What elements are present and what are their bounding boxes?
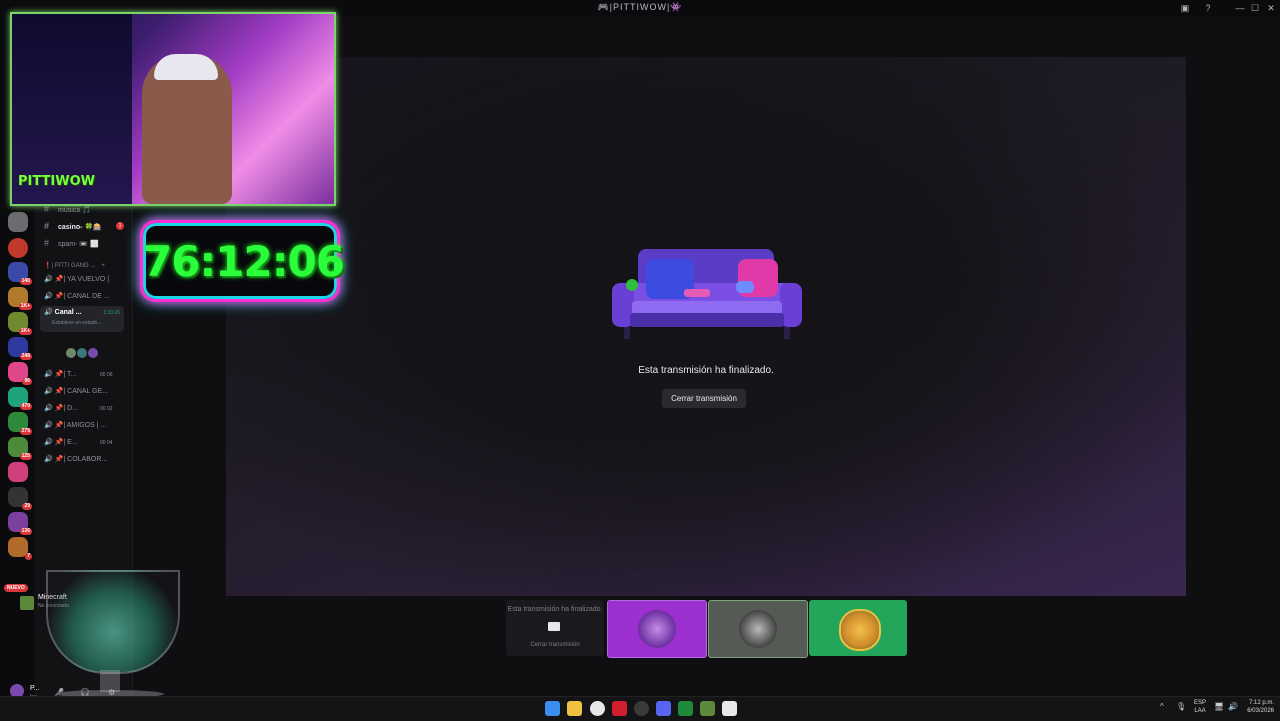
webcam-overlay: PITTIWOW: [10, 12, 336, 206]
server-icon[interactable]: 29: [8, 487, 32, 510]
server-icon[interactable]: 470: [8, 387, 32, 410]
voice-channel[interactable]: 🔊 📌| COLABOR...: [44, 453, 162, 467]
minimize-button[interactable]: —: [1233, 2, 1247, 14]
avatar: [839, 609, 881, 651]
mention-badge: 125: [19, 453, 32, 460]
tile-close-text[interactable]: Cerrar transmisión: [506, 642, 604, 648]
server-icon[interactable]: 7: [8, 537, 32, 560]
app-icon[interactable]: [612, 701, 627, 716]
timer-value: 76:12:06: [143, 237, 345, 286]
avatar[interactable]: [77, 348, 87, 358]
speaker-icon: 🔊: [44, 276, 53, 283]
tip-jar-glass: [46, 570, 180, 674]
stream-stage: Esta transmisión ha finalizado. Cerrar t…: [226, 57, 1186, 596]
voice-channel[interactable]: 🔊 📌| AMIGOS | ...: [44, 419, 162, 433]
maximize-button[interactable]: ☐: [1248, 2, 1262, 14]
avatar: [638, 610, 676, 648]
speaker-icon: 🔊: [44, 456, 53, 463]
participant-tile[interactable]: Esta transmisión ha finalizado. Cerrar t…: [506, 600, 604, 656]
speaker-icon: 🔊: [44, 388, 53, 395]
brand-logo-text: PITTIWOW: [18, 174, 95, 189]
close-window-button[interactable]: ✕: [1264, 2, 1278, 14]
speaker-icon: 🔊: [44, 371, 53, 378]
mention-badge: 248: [19, 353, 32, 360]
voice-timer: 1:33:26: [103, 310, 120, 316]
server-icon[interactable]: [8, 212, 28, 232]
chrome-icon[interactable]: [590, 701, 605, 716]
speaker-icon: 🔊: [44, 309, 53, 316]
avatar: [739, 610, 777, 648]
notepad-icon[interactable]: [722, 701, 737, 716]
speaker-icon: 🔊: [44, 422, 53, 429]
mention-badge: 275: [19, 428, 32, 435]
help-icon[interactable]: ?: [1201, 2, 1215, 14]
language-indicator[interactable]: ESP LAA: [1194, 699, 1206, 715]
server-icon[interactable]: [8, 462, 28, 482]
mention-badge: 470: [19, 403, 32, 410]
taskbar: ^ 🎙 ESP LAA 🖥 🔊 7:12 p.m. 6/03/2026: [0, 696, 1280, 721]
mention-badge: 136: [19, 528, 32, 535]
subathon-timer: 76:12:06: [140, 220, 345, 302]
discord-icon[interactable]: [656, 701, 671, 716]
server-icon[interactable]: 140: [8, 262, 32, 285]
mention-badge: 140: [19, 278, 32, 285]
minecraft-icon: [20, 596, 34, 610]
screen-share-icon: [548, 622, 560, 631]
voice-channel[interactable]: 🔊 📌| T... 00 06: [44, 368, 162, 382]
file-explorer-icon[interactable]: [567, 701, 582, 716]
mention-badge: 29: [22, 503, 32, 510]
server-icon[interactable]: 136: [8, 512, 32, 535]
participant-tile[interactable]: [607, 600, 707, 658]
close-stream-button[interactable]: Cerrar transmisión: [662, 389, 746, 408]
server-icon[interactable]: [8, 238, 28, 258]
server-icon[interactable]: 125: [8, 437, 32, 460]
windows-start-icon[interactable]: [545, 701, 560, 716]
voice-channel[interactable]: 🔊 📌| CANAL GE...: [44, 385, 162, 399]
server-icon[interactable]: 1K+: [8, 287, 32, 310]
server-icon[interactable]: 1K+: [8, 312, 32, 335]
voice-channel-selected[interactable]: 🔊 Canal ... 1:33:26 Establece un estado.…: [40, 306, 124, 332]
avatar[interactable]: [88, 348, 98, 358]
cap: [154, 54, 218, 80]
server-icon[interactable]: 275: [8, 412, 32, 435]
couch-illustration: [612, 249, 802, 339]
server-icon[interactable]: 96: [8, 362, 32, 385]
hash-icon: #: [44, 221, 50, 231]
speaker-icon: 🔊: [44, 439, 53, 446]
mention-badge: 1K+: [18, 328, 32, 335]
status-text: Establece un estado...: [52, 320, 102, 326]
mention-badge: 96: [22, 378, 32, 385]
obs-icon[interactable]: [634, 701, 649, 716]
speaker-icon: 🔊: [44, 405, 53, 412]
user-name: P...: [30, 685, 40, 692]
mention-badge: 1K+: [18, 303, 32, 310]
xbox-icon[interactable]: [678, 701, 693, 716]
network-icon[interactable]: 🖥: [1214, 702, 1224, 711]
glass-stem: [100, 670, 120, 692]
unread-badge: 1: [116, 222, 124, 230]
mention-badge: 7: [25, 553, 32, 560]
clock[interactable]: 7:12 p.m. 6/03/2026: [1240, 699, 1274, 715]
speaker-icon: 🔊: [44, 293, 53, 300]
participant-tile[interactable]: [708, 600, 808, 658]
participant-tile[interactable]: [809, 600, 907, 656]
voice-channel[interactable]: 🔊 📌| D... 00 02: [44, 402, 162, 416]
volume-icon[interactable]: 🔊: [1228, 702, 1238, 711]
mic-tray-icon[interactable]: 🎙: [1176, 702, 1186, 711]
stream-ended-message: Esta transmisión ha finalizado.: [638, 365, 774, 376]
hash-icon: #: [44, 238, 50, 248]
voice-channel[interactable]: 🔊 📌| E... 00 04: [44, 436, 162, 450]
tile-ended-text: Esta transmisión ha finalizado.: [507, 606, 603, 613]
chevron-up-icon[interactable]: ^: [1160, 702, 1164, 711]
inbox-icon[interactable]: ▣: [1178, 2, 1192, 14]
minecraft-icon[interactable]: [700, 701, 715, 716]
server-icon[interactable]: 248: [8, 337, 32, 360]
avatar[interactable]: [66, 348, 76, 358]
